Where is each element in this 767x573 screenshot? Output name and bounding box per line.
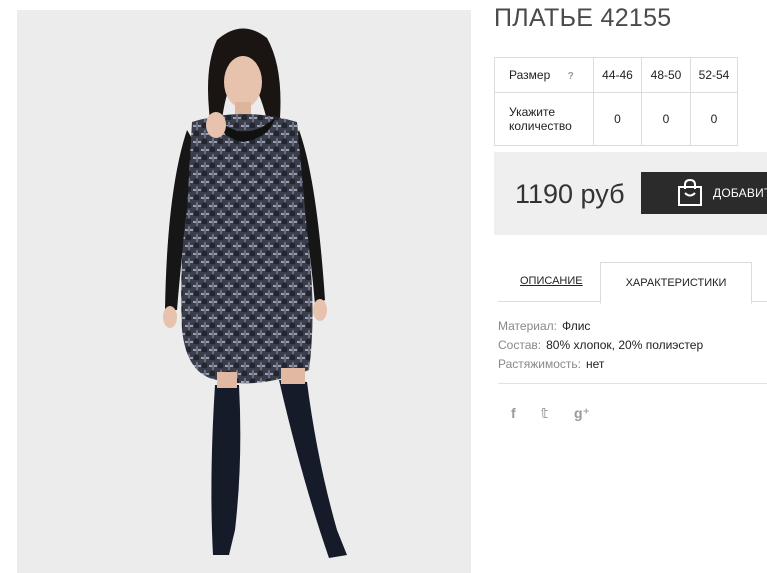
quantity-label: Укажите количество: [494, 92, 594, 146]
tab-characteristics[interactable]: ХАРАКТЕРИСТИКИ: [600, 262, 752, 304]
spec-key: Растяжимость:: [498, 357, 582, 371]
quantity-input[interactable]: 0: [593, 92, 642, 146]
product-photo[interactable]: [17, 10, 471, 573]
product-title: ПЛАТЬЕ 42155: [494, 4, 672, 32]
spec-row: Материал: Флис: [498, 317, 703, 336]
spec-value: 80% хлопок, 20% полиэстер: [546, 338, 704, 352]
size-label: Размер: [509, 68, 551, 82]
facebook-icon[interactable]: f: [511, 405, 516, 421]
twitter-icon[interactable]: 𝕥: [541, 405, 548, 422]
spec-value: нет: [586, 357, 605, 371]
product-price: 1190 руб: [515, 179, 625, 209]
spec-row: Растяжимость: нет: [498, 355, 703, 374]
quantity-input[interactable]: 0: [641, 92, 691, 146]
size-option: 48-50: [641, 57, 691, 93]
specs-list: Материал: Флис Состав: 80% хлопок, 20% пол…: [498, 317, 703, 374]
product-image: [163, 28, 347, 558]
section-divider: [498, 383, 767, 384]
quantity-input[interactable]: 0: [690, 92, 738, 146]
shopping-bag-icon: [678, 179, 702, 206]
add-to-cart-button[interactable]: ДОБАВИТЬ: [641, 172, 767, 214]
price-panel: 1190 руб ДОБАВИТЬ: [494, 152, 767, 235]
spec-key: Состав:: [498, 338, 542, 352]
size-header-cell: Размер ?: [494, 57, 594, 93]
tab-description[interactable]: ОПИСАНИЕ: [520, 275, 583, 287]
size-table: Размер ? 44-46 48-50 52-54 Укажите колич…: [494, 57, 738, 146]
google-plus-icon[interactable]: g⁺: [574, 405, 590, 422]
add-to-cart-label: ДОБАВИТЬ: [713, 186, 767, 200]
size-option: 52-54: [690, 57, 738, 93]
spec-key: Материал:: [498, 319, 557, 333]
size-option: 44-46: [593, 57, 642, 93]
spec-row: Состав: 80% хлопок, 20% полиэстер: [498, 336, 703, 355]
spec-value: Флис: [561, 319, 591, 333]
size-help-icon[interactable]: ?: [568, 71, 574, 82]
